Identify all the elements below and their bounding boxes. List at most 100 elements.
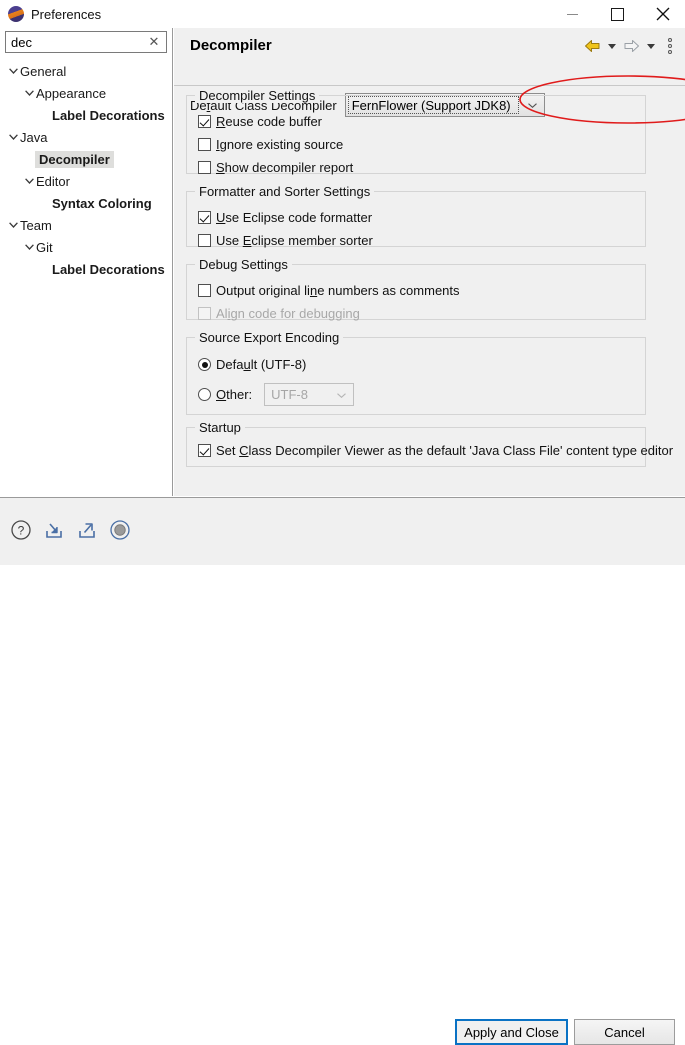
checkbox-box bbox=[198, 234, 211, 247]
vertical-dots-icon bbox=[668, 44, 672, 48]
encoding-default-radio[interactable]: Default (UTF-8) bbox=[198, 357, 306, 372]
chevron-down-icon[interactable] bbox=[6, 222, 20, 228]
tree-item-label: General bbox=[20, 64, 66, 79]
show-decompiler-report-checkbox[interactable]: Show decompiler report bbox=[198, 160, 353, 175]
checkbox-label: Set Class Decompiler Viewer as the defau… bbox=[216, 443, 673, 458]
page-title: Decompiler bbox=[190, 37, 272, 54]
tree-item-label: Label Decorations bbox=[52, 262, 165, 277]
footer-icon-group: ? bbox=[10, 519, 131, 541]
forward-button[interactable] bbox=[621, 37, 641, 55]
checkbox-label: Output original line numbers as comments bbox=[216, 283, 460, 298]
filter-search-box[interactable]: ✕ bbox=[5, 31, 167, 53]
apply-and-close-button[interactable]: Apply and Close bbox=[455, 1019, 568, 1045]
encoding-other-radio[interactable]: Other: UTF-8 bbox=[198, 383, 354, 406]
vertical-dots-icon bbox=[668, 50, 672, 54]
tree-item-label: Decompiler bbox=[35, 151, 114, 168]
source-export-encoding-legend: Source Export Encoding bbox=[195, 330, 343, 345]
preferences-sidebar: ✕ General Appearance Label Decorations Java… bbox=[0, 28, 173, 496]
close-button[interactable] bbox=[640, 0, 685, 28]
use-eclipse-member-sorter-checkbox[interactable]: Use Eclipse member sorter bbox=[198, 233, 373, 248]
page-menu-button[interactable] bbox=[662, 36, 678, 56]
chevron-down-icon[interactable] bbox=[6, 134, 20, 140]
source-export-encoding-group: Source Export Encoding Default (UTF-8) O… bbox=[186, 337, 646, 415]
import-icon bbox=[43, 519, 65, 541]
chevron-down-icon[interactable] bbox=[6, 68, 20, 74]
radio-label: Other: bbox=[216, 387, 252, 402]
tree-item-editor[interactable]: Editor bbox=[0, 170, 172, 192]
vertical-dots-icon bbox=[668, 38, 672, 42]
debug-settings-group: Debug Settings Output original line numb… bbox=[186, 264, 646, 320]
radio-label: Default (UTF-8) bbox=[216, 357, 306, 372]
tree-item-java[interactable]: Java bbox=[0, 126, 172, 148]
tree-item-team[interactable]: Team bbox=[0, 214, 172, 236]
checkbox-box bbox=[198, 211, 211, 224]
tree-item-label-decorations[interactable]: Label Decorations bbox=[0, 104, 172, 126]
export-button[interactable] bbox=[76, 519, 98, 541]
decompiler-settings-group: Decompiler Settings Reuse code buffer Ig… bbox=[186, 95, 646, 174]
tree-item-label: Team bbox=[20, 218, 52, 233]
reuse-code-buffer-checkbox[interactable]: Reuse code buffer bbox=[198, 114, 322, 129]
chevron-down-icon bbox=[608, 44, 616, 49]
tree-item-decompiler[interactable]: Decompiler bbox=[0, 148, 172, 170]
window-controls bbox=[550, 0, 685, 28]
checkbox-box bbox=[198, 138, 211, 151]
checkbox-box bbox=[198, 161, 211, 174]
set-class-decompiler-viewer-checkbox[interactable]: Set Class Decompiler Viewer as the defau… bbox=[198, 443, 673, 458]
other-encoding-combo: UTF-8 bbox=[264, 383, 354, 406]
chevron-down-icon[interactable] bbox=[22, 244, 36, 250]
tree-item-label: Appearance bbox=[36, 86, 106, 101]
chevron-down-icon bbox=[337, 393, 346, 398]
formatter-sorter-settings-group: Formatter and Sorter Settings Use Eclips… bbox=[186, 191, 646, 247]
svg-text:?: ? bbox=[18, 524, 25, 538]
chevron-down-icon[interactable] bbox=[22, 178, 36, 184]
radio-dot bbox=[198, 358, 211, 371]
chevron-down-icon[interactable] bbox=[22, 90, 36, 96]
back-button[interactable] bbox=[582, 37, 602, 55]
tree-item-label: Label Decorations bbox=[52, 108, 165, 123]
startup-group: Startup Set Class Decompiler Viewer as t… bbox=[186, 427, 646, 467]
window-title: Preferences bbox=[31, 7, 101, 22]
search-input[interactable] bbox=[6, 33, 145, 51]
title-bar: Preferences bbox=[0, 0, 685, 28]
help-button[interactable]: ? bbox=[10, 519, 32, 541]
title-separator bbox=[174, 85, 685, 86]
tree-item-label: Git bbox=[36, 240, 53, 255]
back-arrow-icon bbox=[584, 39, 601, 53]
forward-history-dropdown[interactable] bbox=[644, 37, 657, 55]
record-icon bbox=[109, 519, 131, 541]
back-history-dropdown[interactable] bbox=[605, 37, 618, 55]
formatter-sorter-legend: Formatter and Sorter Settings bbox=[195, 184, 374, 199]
other-encoding-value: UTF-8 bbox=[265, 387, 308, 402]
checkbox-box bbox=[198, 444, 211, 457]
tree-item-general[interactable]: General bbox=[0, 60, 172, 82]
cancel-button[interactable]: Cancel bbox=[574, 1019, 675, 1045]
use-eclipse-code-formatter-checkbox[interactable]: Use Eclipse code formatter bbox=[198, 210, 372, 225]
checkbox-label: Ignore existing source bbox=[216, 137, 343, 152]
tree-item-label: Editor bbox=[36, 174, 70, 189]
tree-item-appearance[interactable]: Appearance bbox=[0, 82, 172, 104]
cancel-label: Cancel bbox=[604, 1025, 644, 1040]
dialog-footer: ? Apply and Close Cancel bbox=[0, 497, 685, 565]
tree-item-syntax-coloring[interactable]: Syntax Coloring bbox=[0, 192, 172, 214]
checkbox-label: Reuse code buffer bbox=[216, 114, 322, 129]
debug-settings-legend: Debug Settings bbox=[195, 257, 292, 272]
tree-item-git[interactable]: Git bbox=[0, 236, 172, 258]
apply-and-close-label: Apply and Close bbox=[464, 1025, 559, 1040]
decompiler-settings-legend: Decompiler Settings bbox=[195, 88, 319, 103]
maximize-button[interactable] bbox=[595, 0, 640, 28]
tree-item-label-decorations[interactable]: Label Decorations bbox=[0, 258, 172, 280]
preferences-tree: General Appearance Label Decorations Java De… bbox=[0, 60, 172, 280]
minimize-button[interactable] bbox=[550, 0, 595, 28]
output-original-line-numbers-checkbox[interactable]: Output original line numbers as comments bbox=[198, 283, 460, 298]
ignore-existing-source-checkbox[interactable]: Ignore existing source bbox=[198, 137, 343, 152]
clear-search-icon[interactable]: ✕ bbox=[147, 34, 161, 50]
checkbox-label: Use Eclipse code formatter bbox=[216, 210, 372, 225]
checkbox-box bbox=[198, 307, 211, 320]
tree-item-label: Syntax Coloring bbox=[52, 196, 152, 211]
import-button[interactable] bbox=[43, 519, 65, 541]
page-navigation-toolbar bbox=[582, 36, 678, 56]
record-button[interactable] bbox=[109, 519, 131, 541]
eclipse-icon bbox=[8, 6, 24, 22]
decompiler-preference-page: Decompiler Default Class Decompiler Fern… bbox=[174, 28, 685, 496]
checkbox-box bbox=[198, 115, 211, 128]
